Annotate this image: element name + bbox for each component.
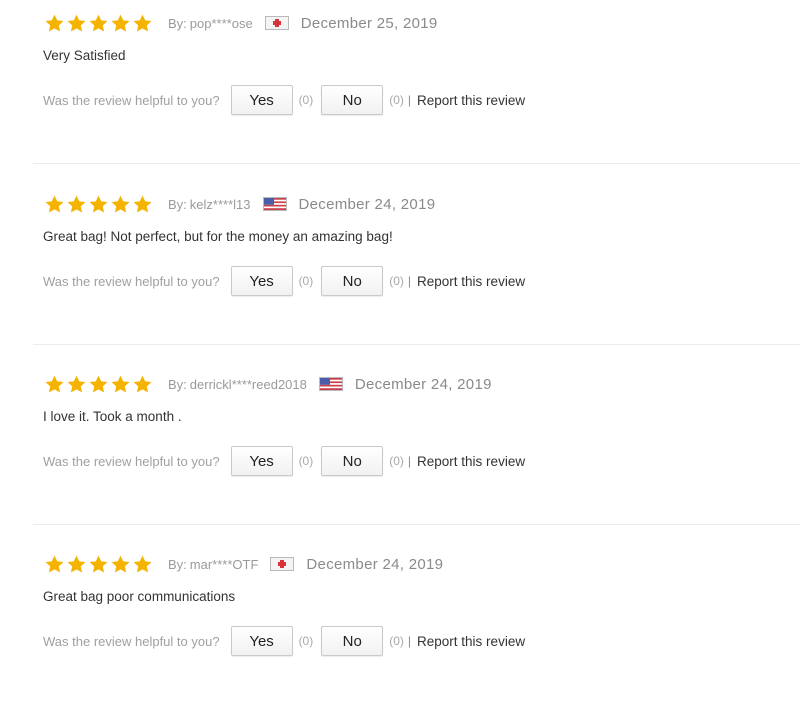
no-count: (0) <box>389 634 404 648</box>
review-header: By: mar****OTF December 24, 2019 <box>44 551 443 577</box>
helpful-row: Was the review helpful to you? Yes (0) N… <box>43 625 525 657</box>
red-cross-flag-icon <box>264 16 289 30</box>
divider <box>33 163 800 164</box>
helpful-row: Was the review helpful to you? Yes (0) N… <box>43 84 525 116</box>
review-list: By: pop****ose December 25, 2019 Very Sa… <box>0 0 800 710</box>
review-text: Great bag poor communications <box>43 589 236 604</box>
review-item: By: derrickl****reed2018 December 24, 20… <box>0 361 800 541</box>
review-text: Very Satisfied <box>43 48 126 63</box>
star-icon <box>44 374 65 395</box>
no-count: (0) <box>389 274 404 288</box>
star-icon <box>110 554 131 575</box>
reviewer-name: pop****ose <box>189 15 253 31</box>
helpful-question: Was the review helpful to you? <box>43 273 220 289</box>
star-icon <box>44 13 65 34</box>
no-button[interactable]: No <box>321 85 384 115</box>
red-cross-flag-icon <box>270 557 295 571</box>
star-rating <box>44 554 154 575</box>
helpful-question: Was the review helpful to you? <box>43 92 220 108</box>
star-icon <box>66 374 87 395</box>
star-rating <box>44 194 154 215</box>
no-button[interactable]: No <box>321 266 384 296</box>
separator: | <box>407 634 412 648</box>
review-text: Great bag! Not perfect, but for the mone… <box>43 229 393 244</box>
separator: | <box>407 454 412 468</box>
divider <box>33 524 800 525</box>
reviewer-name: derrickl****reed2018 <box>189 376 307 392</box>
review-item: By: kelz****l13 December 24, 2019 Great … <box>0 181 800 361</box>
star-icon <box>132 13 153 34</box>
yes-count: (0) <box>298 93 314 107</box>
star-icon <box>88 374 109 395</box>
star-icon <box>88 194 109 215</box>
by-label: By: <box>168 196 187 212</box>
report-review-link[interactable]: Report this review <box>417 93 525 108</box>
no-count: (0) <box>389 454 404 468</box>
report-review-link[interactable]: Report this review <box>417 454 525 469</box>
star-icon <box>66 194 87 215</box>
star-rating <box>44 374 154 395</box>
yes-button[interactable]: Yes <box>230 446 293 476</box>
star-rating <box>44 13 154 34</box>
us-flag-icon <box>318 377 343 391</box>
review-item: By: pop****ose December 25, 2019 Very Sa… <box>0 0 800 180</box>
review-date: December 24, 2019 <box>298 195 436 213</box>
star-icon <box>88 13 109 34</box>
by-label: By: <box>168 376 187 392</box>
review-header: By: derrickl****reed2018 December 24, 20… <box>44 371 492 397</box>
review-item: By: mar****OTF December 24, 2019 Great b… <box>0 541 800 721</box>
by-label: By: <box>168 15 187 31</box>
review-date: December 24, 2019 <box>306 555 444 573</box>
no-button[interactable]: No <box>321 626 384 656</box>
yes-count: (0) <box>298 454 314 468</box>
yes-button[interactable]: Yes <box>230 626 293 656</box>
star-icon <box>110 374 131 395</box>
star-icon <box>110 13 131 34</box>
helpful-row: Was the review helpful to you? Yes (0) N… <box>43 445 525 477</box>
yes-count: (0) <box>298 634 314 648</box>
report-review-link[interactable]: Report this review <box>417 274 525 289</box>
star-icon <box>44 194 65 215</box>
helpful-question: Was the review helpful to you? <box>43 633 220 649</box>
no-button[interactable]: No <box>321 446 384 476</box>
star-icon <box>132 374 153 395</box>
review-header: By: kelz****l13 December 24, 2019 <box>44 191 435 217</box>
no-count: (0) <box>389 93 404 107</box>
star-icon <box>132 194 153 215</box>
reviewer-name: kelz****l13 <box>189 196 251 212</box>
separator: | <box>407 93 412 107</box>
review-date: December 24, 2019 <box>354 375 492 393</box>
review-header: By: pop****ose December 25, 2019 <box>44 10 438 36</box>
divider <box>33 344 800 345</box>
star-icon <box>44 554 65 575</box>
yes-count: (0) <box>298 274 314 288</box>
by-label: By: <box>168 556 187 572</box>
helpful-question: Was the review helpful to you? <box>43 453 220 469</box>
reviewer-name: mar****OTF <box>189 556 259 572</box>
yes-button[interactable]: Yes <box>230 85 293 115</box>
star-icon <box>110 194 131 215</box>
review-text: I love it. Took a month . <box>43 409 182 424</box>
us-flag-icon <box>262 197 287 211</box>
helpful-row: Was the review helpful to you? Yes (0) N… <box>43 265 525 297</box>
star-icon <box>88 554 109 575</box>
yes-button[interactable]: Yes <box>230 266 293 296</box>
star-icon <box>132 554 153 575</box>
report-review-link[interactable]: Report this review <box>417 634 525 649</box>
review-date: December 25, 2019 <box>300 14 438 32</box>
star-icon <box>66 554 87 575</box>
star-icon <box>66 13 87 34</box>
separator: | <box>407 274 412 288</box>
